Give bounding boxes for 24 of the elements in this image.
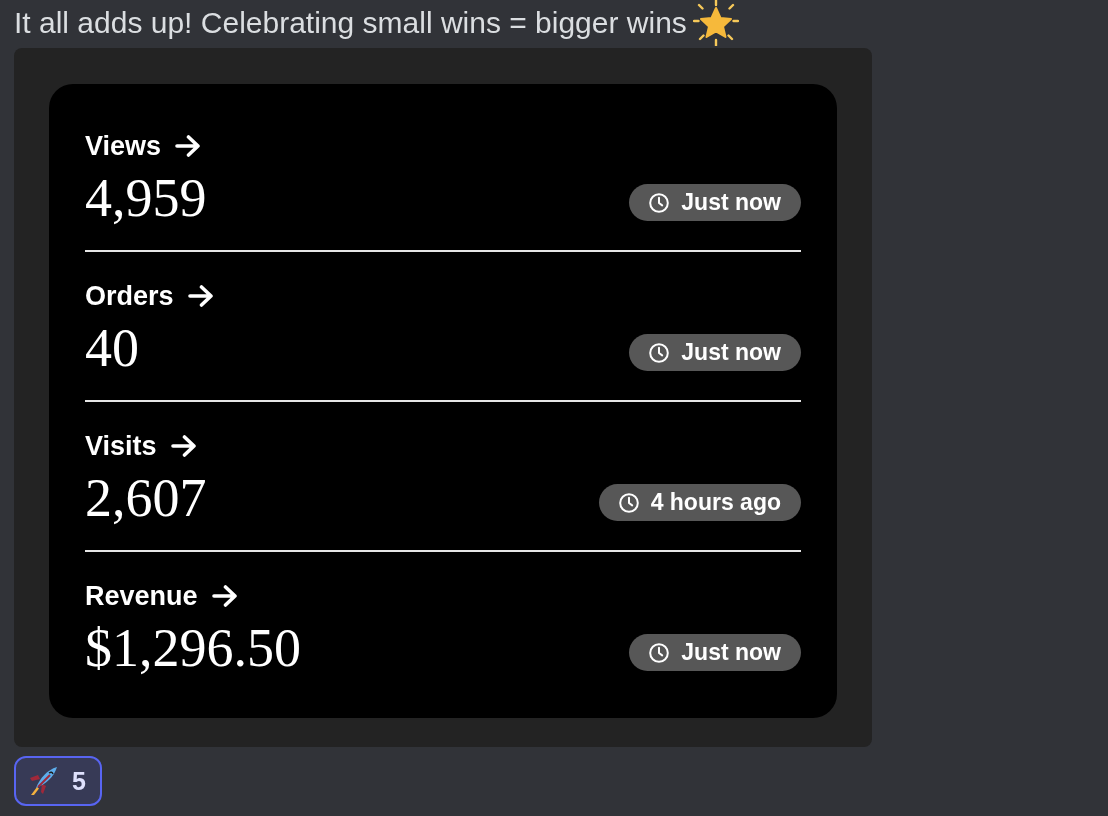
reaction-button[interactable]: 5 xyxy=(14,756,102,806)
sparkle-star-icon xyxy=(692,0,739,46)
clock-icon xyxy=(649,342,670,363)
rocket-icon xyxy=(28,766,58,796)
arrow-right-icon xyxy=(170,435,197,457)
metric-label: Revenue xyxy=(85,581,198,611)
arrow-right-icon xyxy=(175,135,202,157)
metric-value: 4,959 xyxy=(85,168,207,228)
time-label: Just now xyxy=(681,189,781,216)
metric-label: Orders xyxy=(85,281,174,311)
time-label: Just now xyxy=(681,339,781,366)
metric-value: 40 xyxy=(85,318,139,378)
clock-icon xyxy=(649,642,670,663)
clock-icon xyxy=(618,492,639,513)
time-label: 4 hours ago xyxy=(650,489,781,516)
clock-icon xyxy=(649,192,670,213)
arrow-right-icon xyxy=(187,285,214,307)
metric-label: Visits xyxy=(85,431,157,461)
arrow-right-icon xyxy=(211,585,238,607)
message-text: It all adds up! Celebrating small wins = bigger wins xyxy=(14,5,687,41)
metric-value: $1,296.50 xyxy=(85,618,301,678)
metric-value: 2,607 xyxy=(85,468,207,528)
metric-label: Views xyxy=(85,131,162,161)
time-label: Just now xyxy=(681,639,781,666)
